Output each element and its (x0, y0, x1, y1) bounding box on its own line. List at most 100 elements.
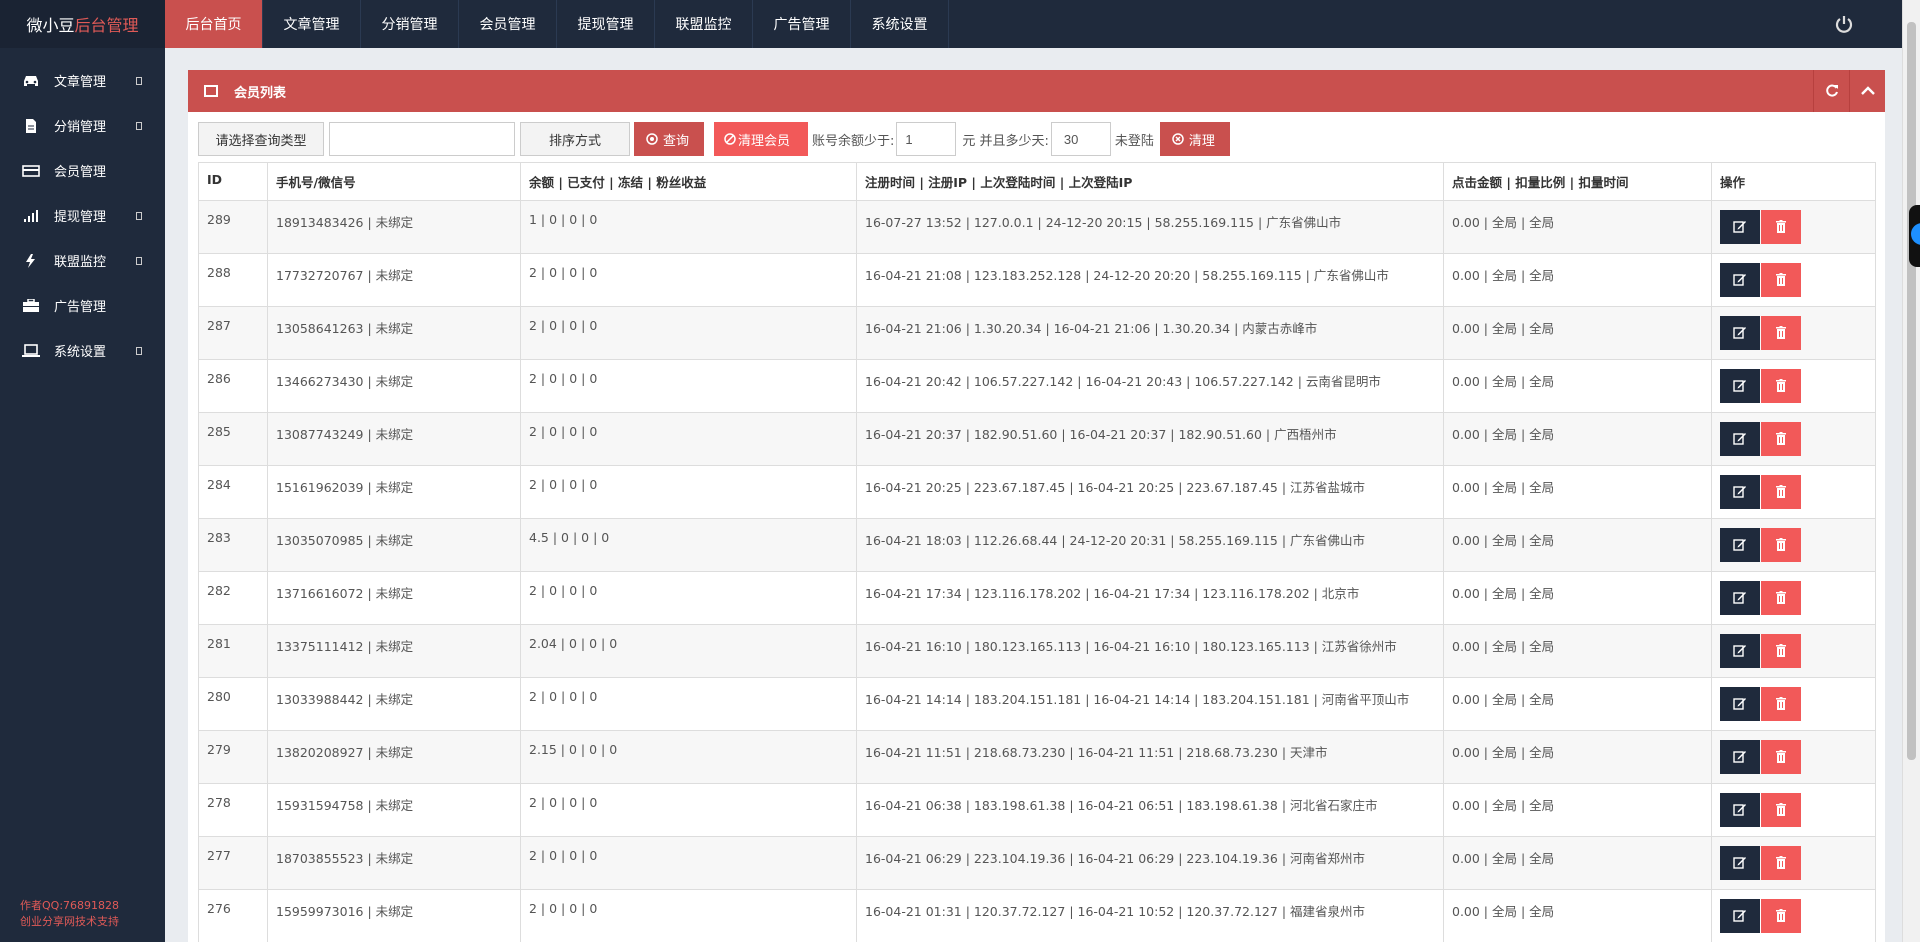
delete-button[interactable] (1761, 316, 1801, 350)
sidebar-item-label: 分销管理 (54, 120, 107, 135)
car-icon (22, 74, 40, 88)
query-button[interactable]: 查询 (634, 122, 704, 156)
col-header: 余额 | 已支付 | 冻结 | 粉丝收益 (520, 162, 857, 201)
edit-button[interactable] (1720, 369, 1760, 403)
sidebar-item-label: 联盟监控 (54, 255, 107, 270)
edit-button[interactable] (1720, 581, 1760, 615)
cell-phone: 13820208927 | 未绑定 (267, 730, 521, 784)
edit-button[interactable] (1720, 475, 1760, 509)
edit-button[interactable] (1720, 687, 1760, 721)
cell-actions (1711, 465, 1876, 519)
app-logo[interactable]: 微小豆 后台管理 (0, 0, 165, 48)
cell-phone: 13087743249 | 未绑定 (267, 412, 521, 466)
floating-widget[interactable] (1909, 205, 1920, 267)
sidebar-item-ads[interactable]: 广告管理 (0, 283, 165, 328)
edit-button[interactable] (1720, 210, 1760, 244)
delete-button[interactable] (1761, 846, 1801, 880)
edit-button[interactable] (1720, 740, 1760, 774)
nav-distribution[interactable]: 分销管理 (361, 0, 459, 48)
cell-phone: 13716616072 | 未绑定 (267, 571, 521, 625)
power-icon[interactable] (1834, 14, 1854, 34)
expand-icon (136, 346, 142, 355)
query-type-select[interactable]: 请选择查询类型 (198, 122, 324, 156)
nav-withdrawals[interactable]: 提现管理 (557, 0, 655, 48)
collapse-icon[interactable] (1849, 70, 1885, 112)
delete-button[interactable] (1761, 528, 1801, 562)
edit-button[interactable] (1720, 422, 1760, 456)
cell-actions (1711, 518, 1876, 572)
sidebar-item-distribution[interactable]: 分销管理 (0, 103, 165, 148)
delete-button[interactable] (1761, 475, 1801, 509)
nav-settings[interactable]: 系统设置 (851, 0, 949, 48)
delete-button[interactable] (1761, 793, 1801, 827)
edit-button[interactable] (1720, 846, 1760, 880)
col-header: ID (198, 162, 268, 201)
sidebar-item-members[interactable]: 会员管理 (0, 148, 165, 193)
cell-id: 289 (198, 200, 268, 254)
clear-members-button[interactable]: 清理会员 (714, 122, 808, 156)
credit-line: 作者QQ:76891828 (20, 899, 120, 912)
sidebar-item-articles[interactable]: 文章管理 (0, 58, 165, 103)
delete-button[interactable] (1761, 634, 1801, 668)
search-input[interactable] (329, 122, 515, 156)
delete-button[interactable] (1761, 369, 1801, 403)
edit-button[interactable] (1720, 899, 1760, 933)
sidebar-item-withdrawals[interactable]: 提现管理 (0, 193, 165, 238)
member-table: ID 手机号/微信号 余额 | 已支付 | 冻结 | 粉丝收益 注册时间 | 注… (198, 162, 1876, 942)
nav-members[interactable]: 会员管理 (459, 0, 557, 48)
cell-id: 288 (198, 253, 268, 307)
cell-id: 283 (198, 518, 268, 572)
delete-button[interactable] (1761, 740, 1801, 774)
edit-button[interactable] (1720, 793, 1760, 827)
sidebar-item-settings[interactable]: 系统设置 (0, 328, 165, 373)
table-row: 277 18703855523 | 未绑定 2 | 0 | 0 | 0 16-04-2… (198, 836, 1876, 890)
nav-articles[interactable]: 文章管理 (263, 0, 361, 48)
edit-button[interactable] (1720, 528, 1760, 562)
table-row: 280 13033988442 | 未绑定 2 | 0 | 0 | 0 16-04-2… (198, 677, 1876, 731)
sort-select[interactable]: 排序方式 (520, 122, 630, 156)
balance-input[interactable] (896, 122, 957, 156)
edit-button[interactable] (1720, 263, 1760, 297)
edit-button[interactable] (1720, 316, 1760, 350)
nav-alliance[interactable]: 联盟监控 (655, 0, 753, 48)
col-header: 手机号/微信号 (267, 162, 521, 201)
cell-phone: 15161962039 | 未绑定 (267, 465, 521, 519)
cell-actions (1711, 677, 1876, 731)
nav-ads[interactable]: 广告管理 (753, 0, 851, 48)
scrollbar-thumb[interactable] (1907, 22, 1916, 760)
cell-balance: 2 | 0 | 0 | 0 (520, 412, 857, 466)
delete-button[interactable] (1761, 581, 1801, 615)
sort-label: 排序方式 (548, 133, 601, 149)
cell-id: 281 (198, 624, 268, 678)
author-credit: 作者QQ:76891828 创业分享网技术支持 (20, 898, 119, 930)
cell-balance: 2 | 0 | 0 | 0 (520, 306, 857, 360)
cell-login-info: 16-04-21 01:31 | 120.37.72.127 | 16-04-2… (856, 889, 1444, 942)
cell-login-info: 16-04-21 14:14 | 183.204.151.181 | 16-04… (856, 677, 1444, 731)
cell-login-info: 16-04-21 18:03 | 112.26.68.44 | 24-12-20… (856, 518, 1444, 572)
delete-button[interactable] (1761, 263, 1801, 297)
vertical-scrollbar[interactable] (1902, 0, 1920, 942)
days-input[interactable] (1050, 122, 1111, 156)
table-row: 287 13058641263 | 未绑定 2 | 0 | 0 | 0 16-04-2… (198, 306, 1876, 360)
cell-login-info: 16-04-21 06:38 | 183.198.61.38 | 16-04-2… (856, 783, 1444, 837)
cell-login-info: 16-04-21 11:51 | 218.68.73.230 | 16-04-2… (856, 730, 1444, 784)
delete-button[interactable] (1761, 687, 1801, 721)
clear-button-label: 清理 (1188, 133, 1215, 149)
cell-phone: 15959973016 | 未绑定 (267, 889, 521, 942)
cell-actions (1711, 889, 1876, 942)
cell-balance: 1 | 0 | 0 | 0 (520, 200, 857, 254)
cell-click-amount: 0.00 | 全局 | 全局 (1443, 359, 1712, 413)
cell-actions (1711, 412, 1876, 466)
refresh-icon[interactable] (1813, 70, 1849, 112)
sidebar-item-alliance[interactable]: 联盟监控 (0, 238, 165, 283)
nav-home[interactable]: 后台首页 (165, 0, 263, 48)
days-label: 元 并且多少天: (962, 133, 1049, 149)
ban-icon (724, 133, 736, 145)
widget-dot-icon (1911, 223, 1920, 245)
edit-button[interactable] (1720, 634, 1760, 668)
delete-button[interactable] (1761, 210, 1801, 244)
clear-button[interactable]: 清理 (1159, 122, 1230, 156)
delete-button[interactable] (1761, 899, 1801, 933)
delete-button[interactable] (1761, 422, 1801, 456)
logo-main: 微小豆 (26, 16, 75, 35)
